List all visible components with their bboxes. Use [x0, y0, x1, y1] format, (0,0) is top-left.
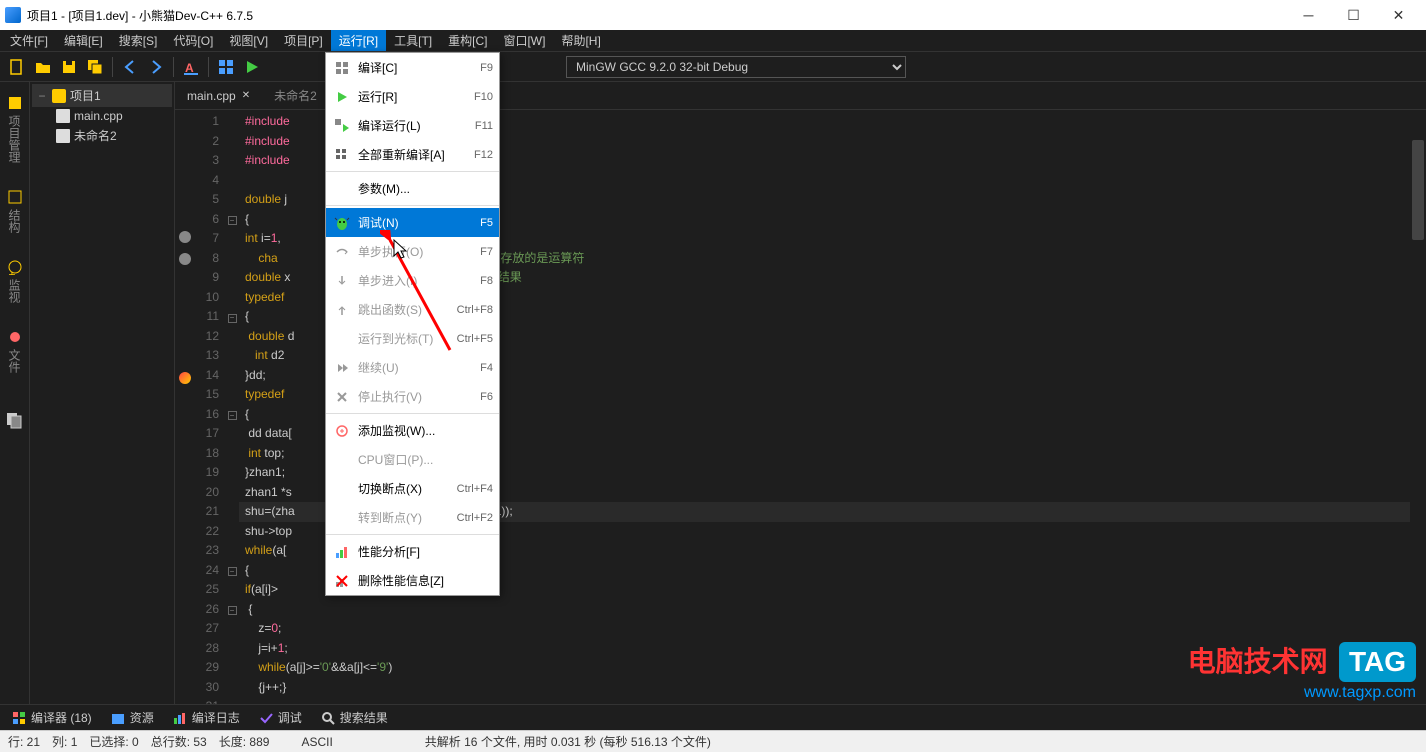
maximize-button[interactable]: ☐ — [1331, 0, 1376, 30]
status-encoding: ASCII — [301, 735, 332, 749]
bottom-tabs: 编译器 (18) 资源 编译日志 调试 搜索结果 — [0, 704, 1426, 730]
left-sidebar: 项目管理 结构 +监视 文件 — [0, 82, 30, 704]
run-dropdown-menu: 编译[C]F9运行[R]F10编译运行(L)F11全部重新编译[A]F12 参数(… — [325, 52, 500, 596]
menu-item-9: 单步进入(I)F8 — [326, 266, 499, 295]
app-icon — [5, 7, 21, 23]
status-bar: 行: 21 列: 1 已选择: 0 总行数: 53 长度: 889 ASCII … — [0, 730, 1426, 752]
menu-tools[interactable]: 工具[T] — [386, 30, 440, 51]
open-button[interactable] — [31, 55, 55, 79]
menu-item-21[interactable]: 删除性能信息[Z] — [326, 566, 499, 595]
status-col: 列: 1 — [52, 733, 77, 750]
file-icon — [56, 109, 70, 123]
sidebar-tab-watch[interactable]: +监视 — [2, 251, 27, 311]
watermark-tag: TAG — [1339, 642, 1416, 682]
menu-item-15[interactable]: 添加监视(W)... — [326, 416, 499, 445]
sidebar-tab-files[interactable]: 文件 — [2, 321, 27, 381]
status-line: 行: 21 — [8, 733, 40, 750]
editor-tab-unnamed[interactable]: 未命名2 — [262, 82, 329, 109]
menu-item-7[interactable]: 调试(N)F5 — [326, 208, 499, 237]
menu-bar: 文件[F] 编辑[E] 搜索[S] 代码[O] 视图[V] 项目[P] 运行[R… — [0, 30, 1426, 52]
menu-item-3[interactable]: 全部重新编译[A]F12 — [326, 140, 499, 169]
menu-file[interactable]: 文件[F] — [2, 30, 56, 51]
status-selection: 已选择: 0 — [89, 733, 138, 750]
svg-text:+: + — [7, 271, 19, 275]
menu-project[interactable]: 项目[P] — [276, 30, 331, 51]
vertical-scrollbar[interactable] — [1410, 138, 1426, 704]
minimize-button[interactable]: ─ — [1286, 0, 1331, 30]
back-button[interactable] — [118, 55, 142, 79]
sidebar-tab-project[interactable]: 项目管理 — [2, 87, 27, 171]
menu-item-20[interactable]: 性能分析[F] — [326, 537, 499, 566]
status-total-lines: 总行数: 53 — [151, 733, 207, 750]
new-file-button[interactable] — [5, 55, 29, 79]
shield-icon — [52, 89, 66, 103]
menu-item-17[interactable]: 切换断点(X)Ctrl+F4 — [326, 474, 499, 503]
watermark-url: www.tagxp.com — [1188, 684, 1416, 702]
tab-compile-log[interactable]: 编译日志 — [166, 706, 246, 729]
tree-toggle-icon[interactable]: − — [36, 89, 48, 103]
tab-search-results[interactable]: 搜索结果 — [314, 706, 394, 729]
sidebar-tab-structure[interactable]: 结构 — [2, 181, 27, 241]
window-title: 项目1 - [项目1.dev] - 小熊猫Dev-C++ 6.7.5 — [27, 7, 1286, 24]
line-number-gutter: 1234567891011121314151617181920212223242… — [195, 110, 225, 704]
menu-run[interactable]: 运行[R] — [331, 30, 386, 51]
menu-refactor[interactable]: 重构[C] — [440, 30, 495, 51]
watermark: 电脑技术网 TAG www.tagxp.com — [1188, 640, 1416, 702]
svg-text:A: A — [185, 61, 194, 75]
menu-item-13: 停止执行(V)F6 — [326, 382, 499, 411]
tab-debug[interactable]: 调试 — [252, 706, 308, 729]
menu-item-8: 单步执行(O)F7 — [326, 237, 499, 266]
breakpoint-gutter[interactable] — [175, 110, 195, 704]
watermark-text: 电脑技术网 — [1188, 640, 1328, 680]
copy-icon[interactable] — [5, 411, 25, 431]
toolbar: A MinGW GCC 9.2.0 32-bit Debug — [0, 52, 1426, 82]
editor-tab-main[interactable]: main.cpp ✕ — [175, 84, 262, 108]
project-name: 项目1 — [70, 87, 101, 104]
tree-file-unnamed[interactable]: 未命名2 — [32, 125, 172, 146]
grid-button[interactable] — [214, 55, 238, 79]
file-icon — [56, 129, 70, 143]
menu-item-2[interactable]: 编译运行(L)F11 — [326, 111, 499, 140]
menu-code[interactable]: 代码[O] — [165, 30, 221, 51]
compiler-select[interactable]: MinGW GCC 9.2.0 32-bit Debug — [566, 56, 906, 78]
main-area: 项目管理 结构 +监视 文件 − 项目1 main.cpp 未命名2 main.… — [0, 82, 1426, 704]
menu-help[interactable]: 帮助[H] — [553, 30, 608, 51]
fold-gutter[interactable]: −−−−− — [225, 110, 239, 704]
tab-compiler[interactable]: 编译器 (18) — [5, 706, 98, 729]
menu-item-0[interactable]: 编译[C]F9 — [326, 53, 499, 82]
close-button[interactable]: ✕ — [1376, 0, 1421, 30]
menu-edit[interactable]: 编辑[E] — [56, 30, 111, 51]
menu-item-1[interactable]: 运行[R]F10 — [326, 82, 499, 111]
project-panel: − 项目1 main.cpp 未命名2 — [30, 82, 175, 704]
menu-item-12: 继续(U)F4 — [326, 353, 499, 382]
close-icon[interactable]: ✕ — [242, 90, 250, 101]
status-parse-info: 共解析 16 个文件, 用时 0.031 秒 (每秒 516.13 个文件) — [425, 733, 711, 750]
menu-item-16: CPU窗口(P)... — [326, 445, 499, 474]
menu-item-11: 运行到光标(T)Ctrl+F5 — [326, 324, 499, 353]
save-all-button[interactable] — [83, 55, 107, 79]
status-length: 长度: 889 — [219, 733, 270, 750]
save-button[interactable] — [57, 55, 81, 79]
menu-window[interactable]: 窗口[W] — [495, 30, 553, 51]
menu-view[interactable]: 视图[V] — [221, 30, 276, 51]
menu-item-5[interactable]: 参数(M)... — [326, 174, 499, 203]
menu-item-18: 转到断点(Y)Ctrl+F2 — [326, 503, 499, 532]
menu-item-10: 跳出函数(S)Ctrl+F8 — [326, 295, 499, 324]
tree-file-main[interactable]: main.cpp — [32, 107, 172, 125]
tab-resource[interactable]: 资源 — [104, 706, 160, 729]
run-button[interactable] — [240, 55, 264, 79]
title-bar: 项目1 - [项目1.dev] - 小熊猫Dev-C++ 6.7.5 ─ ☐ ✕ — [0, 0, 1426, 30]
forward-button[interactable] — [144, 55, 168, 79]
menu-search[interactable]: 搜索[S] — [111, 30, 166, 51]
project-root[interactable]: − 项目1 — [32, 84, 172, 107]
format-button[interactable]: A — [179, 55, 203, 79]
